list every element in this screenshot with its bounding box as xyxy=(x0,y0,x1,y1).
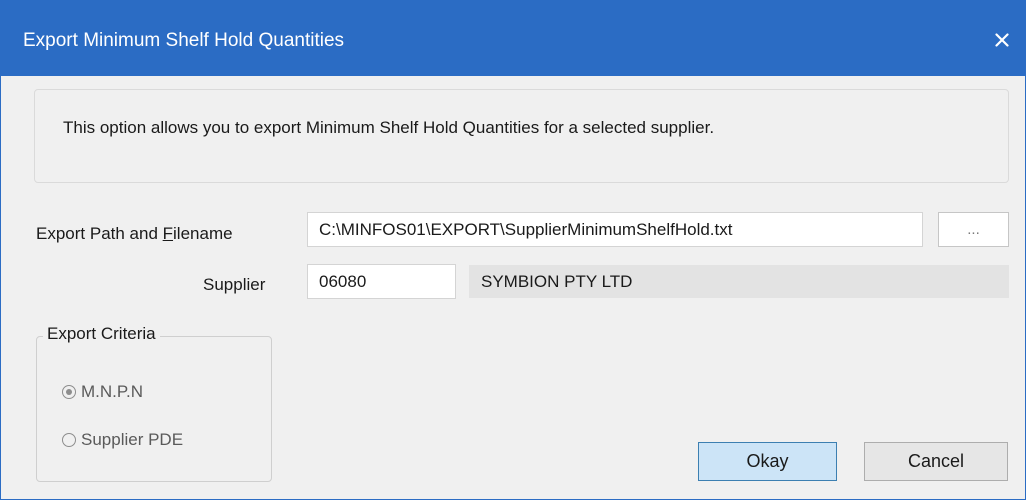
export-criteria-title: Export Criteria xyxy=(43,324,160,344)
radio-supplier-pde-indicator[interactable] xyxy=(62,433,76,447)
supplier-label: Supplier xyxy=(203,275,266,294)
export-path-label-prefix: Export Path and xyxy=(36,224,163,243)
okay-button[interactable]: Okay xyxy=(698,442,837,481)
export-criteria-group: Export Criteria M.N.P.N Supplier PDE xyxy=(36,324,272,482)
radio-mnpn-label: M.N.P.N xyxy=(81,382,144,401)
dialog-title: Export Minimum Shelf Hold Quantities xyxy=(23,30,345,51)
info-text: This option allows you to export Minimum… xyxy=(63,118,715,137)
close-icon xyxy=(995,33,1009,47)
browse-button[interactable]: ... xyxy=(938,212,1009,247)
info-panel: This option allows you to export Minimum… xyxy=(34,89,1009,183)
close-button[interactable] xyxy=(979,20,1025,60)
cancel-button[interactable]: Cancel xyxy=(864,442,1008,481)
export-path-label-suffix: ilename xyxy=(173,224,233,243)
radio-supplier-pde-label: Supplier PDE xyxy=(81,430,184,449)
radio-mnpn-indicator[interactable] xyxy=(62,385,76,399)
export-dialog: Export Minimum Shelf Hold Quantities Thi… xyxy=(0,0,1026,500)
radio-mnpn[interactable]: M.N.P.N xyxy=(62,382,143,402)
supplier-code-input[interactable]: 06080 xyxy=(307,264,456,299)
export-path-label-access-key: F xyxy=(162,224,174,243)
export-path-label: Export Path and Filename xyxy=(36,224,233,244)
export-path-input[interactable]: C:\MINFOS01\EXPORT\SupplierMinimumShelfH… xyxy=(307,212,923,247)
radio-supplier-pde[interactable]: Supplier PDE xyxy=(62,430,183,450)
title-bar: Export Minimum Shelf Hold Quantities xyxy=(1,0,1025,76)
supplier-name-field: SYMBION PTY LTD xyxy=(469,265,1009,298)
